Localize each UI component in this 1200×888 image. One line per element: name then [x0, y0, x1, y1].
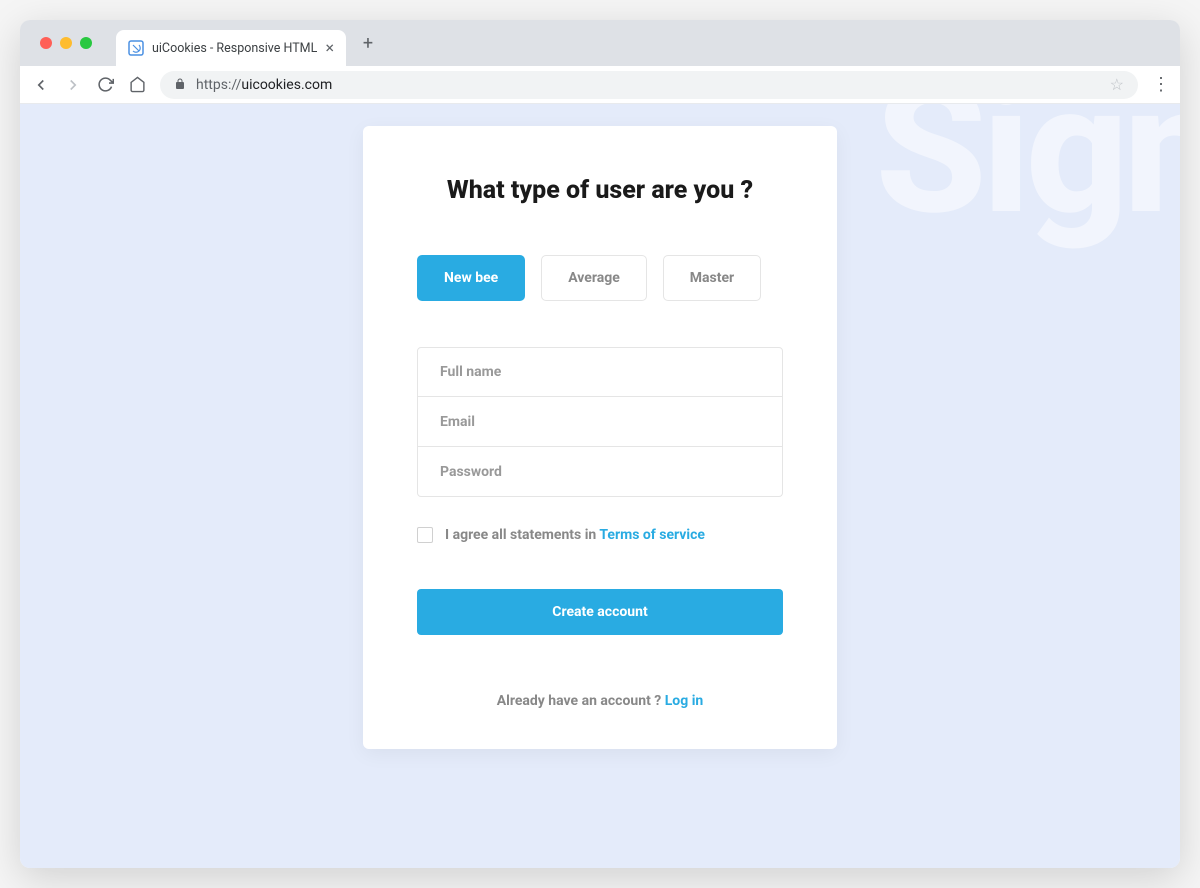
window-controls: [30, 37, 102, 49]
signup-card: What type of user are you ? New bee Aver…: [363, 126, 837, 749]
user-type-average-button[interactable]: Average: [541, 255, 647, 301]
user-type-group: New bee Average Master: [417, 255, 783, 301]
email-input[interactable]: [417, 397, 783, 447]
home-button[interactable]: [128, 76, 146, 94]
maximize-window-button[interactable]: [80, 37, 92, 49]
url-box[interactable]: https://uicookies.com ☆: [160, 71, 1138, 99]
browser-window: uiCookies - Responsive HTML × + https://…: [20, 20, 1180, 868]
tab-close-icon[interactable]: ×: [325, 40, 334, 56]
tab-favicon-icon: [128, 40, 144, 56]
terms-link[interactable]: Terms of service: [599, 527, 705, 543]
back-button[interactable]: [32, 76, 50, 94]
minimize-window-button[interactable]: [60, 37, 72, 49]
new-tab-button[interactable]: +: [354, 29, 382, 57]
tab-bar: uiCookies - Responsive HTML × +: [20, 20, 1180, 66]
address-bar: https://uicookies.com ☆ ⋮: [20, 66, 1180, 104]
page-content: Sign What type of user are you ? New bee…: [20, 104, 1180, 868]
create-account-button[interactable]: Create account: [417, 589, 783, 635]
close-window-button[interactable]: [40, 37, 52, 49]
tab-title: uiCookies - Responsive HTML: [152, 41, 317, 56]
user-type-newbee-button[interactable]: New bee: [417, 255, 525, 301]
password-input[interactable]: [417, 447, 783, 497]
user-type-master-button[interactable]: Master: [663, 255, 761, 301]
card-heading: What type of user are you ?: [417, 176, 783, 205]
browser-menu-button[interactable]: ⋮: [1152, 74, 1168, 95]
lock-icon: [174, 75, 186, 94]
browser-tab[interactable]: uiCookies - Responsive HTML ×: [116, 30, 346, 66]
form-fields: [417, 347, 783, 497]
bookmark-star-icon[interactable]: ☆: [1110, 75, 1124, 94]
fullname-input[interactable]: [417, 347, 783, 397]
terms-checkbox[interactable]: [417, 527, 433, 543]
login-link[interactable]: Log in: [665, 693, 704, 709]
reload-button[interactable]: [96, 76, 114, 94]
url-text: https://uicookies.com: [196, 77, 1100, 93]
background-decorative-text: Sign: [875, 104, 1180, 255]
login-row: Already have an account ? Log in: [417, 693, 783, 709]
terms-row: I agree all statements in Terms of servi…: [417, 527, 783, 543]
forward-button[interactable]: [64, 76, 82, 94]
terms-text: I agree all statements in Terms of servi…: [445, 527, 705, 543]
